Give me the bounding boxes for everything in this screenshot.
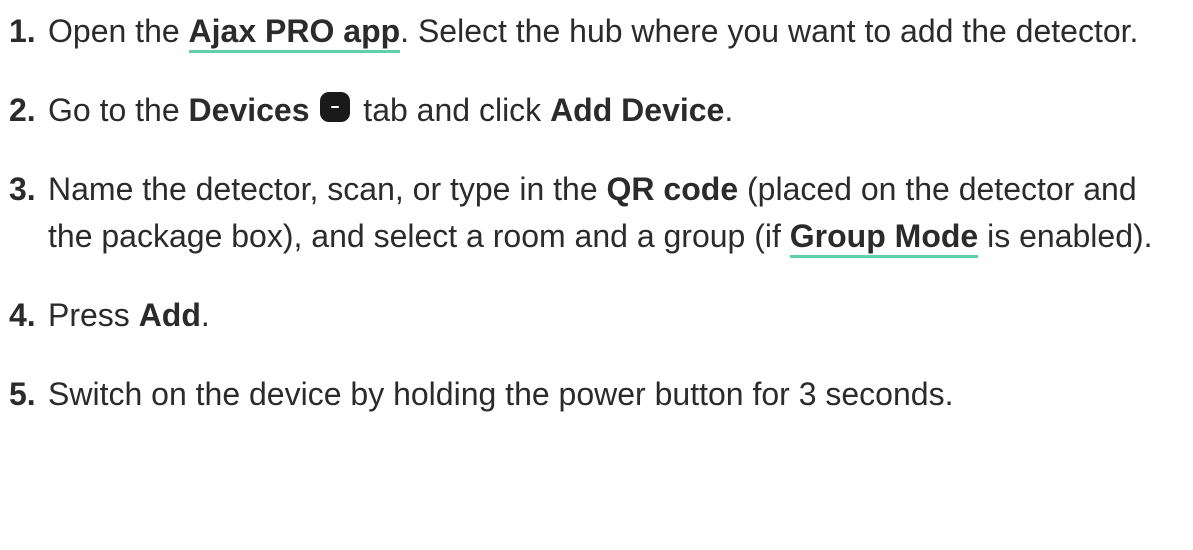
step-text: . — [200, 297, 210, 333]
step-4: 4. Press Add. — [9, 292, 1189, 339]
ajax-pro-app-link[interactable]: Ajax PRO app — [188, 13, 401, 53]
step-text: Open the — [48, 13, 189, 49]
step-text: Switch on the device by holding the powe… — [48, 376, 954, 412]
qr-code-label: QR code — [606, 171, 739, 207]
step-text: is enabled). — [978, 218, 1153, 254]
devices-label: Devices — [188, 92, 310, 128]
step-number: 3. — [9, 171, 36, 207]
step-5: 5. Switch on the device by holding the po… — [9, 371, 1189, 418]
devices-tab-icon — [320, 92, 351, 122]
step-text: . Select the hub where you want to add t… — [400, 13, 1139, 49]
step-number: 5. — [9, 376, 36, 412]
add-device-label: Add Device — [550, 92, 725, 128]
step-3: 3. Name the detector, scan, or type in th… — [9, 166, 1189, 260]
step-number: 4. — [9, 297, 36, 333]
step-text: Go to the — [48, 92, 189, 128]
group-mode-link[interactable]: Group Mode — [789, 218, 979, 258]
step-text: Name the detector, scan, or type in the — [48, 171, 607, 207]
step-2: 2. Go to the Devices tab and click Add De… — [9, 87, 1189, 134]
step-text: tab and click — [354, 92, 551, 128]
step-number: 1. — [9, 13, 36, 49]
step-number: 2. — [9, 92, 36, 128]
setup-steps-list: 1. Open the Ajax PRO app. Select the hub … — [9, 8, 1189, 418]
step-text: . — [724, 92, 734, 128]
add-label: Add — [138, 297, 201, 333]
step-text: Press — [48, 297, 139, 333]
step-1: 1. Open the Ajax PRO app. Select the hub … — [9, 8, 1189, 55]
